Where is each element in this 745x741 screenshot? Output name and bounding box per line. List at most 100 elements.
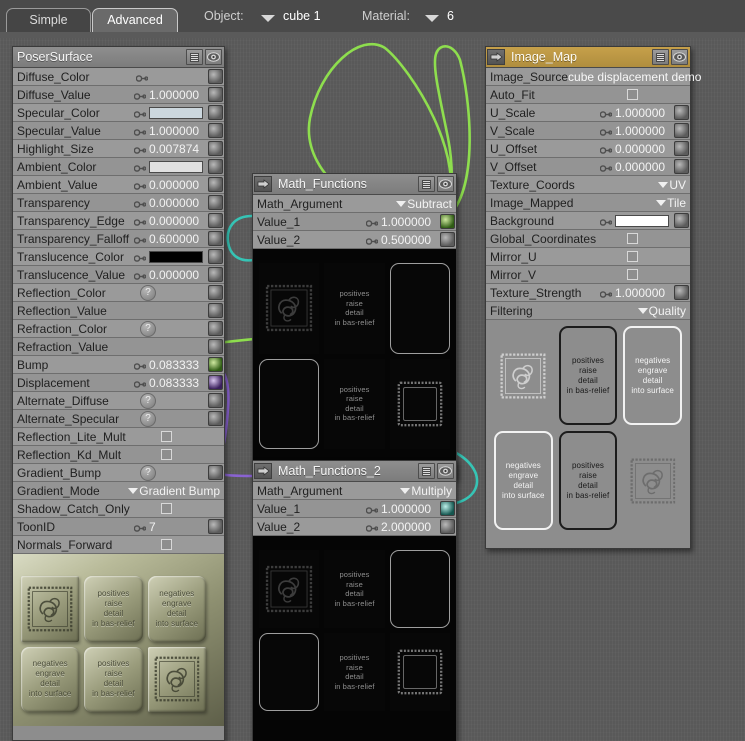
param-row-normals-forward[interactable]: Normals_Forward xyxy=(13,536,224,554)
help-icon[interactable]: ? xyxy=(140,284,156,301)
connector-plug[interactable] xyxy=(208,231,223,246)
color-swatch[interactable] xyxy=(149,250,203,263)
connector-plug[interactable] xyxy=(208,177,223,192)
socket-icon[interactable] xyxy=(599,216,613,226)
socket-icon[interactable] xyxy=(599,126,613,136)
chevron-down-icon[interactable] xyxy=(658,182,669,189)
param-value[interactable]: 0.083333 xyxy=(149,358,206,372)
param-row-image-source[interactable]: Image_Source cube displacement demo xyxy=(486,68,701,86)
param-value[interactable]: 0.000000 xyxy=(615,160,672,174)
socket-icon[interactable] xyxy=(135,72,149,82)
socket-icon[interactable] xyxy=(133,270,147,280)
connector-plug[interactable] xyxy=(440,214,455,229)
node-poser-surface-preview[interactable]: positives raise detail in bas-relief nega… xyxy=(13,554,224,726)
node-math-functions-2-preview[interactable]: positives raise detail in bas-relief posi… xyxy=(253,536,456,741)
color-swatch[interactable] xyxy=(615,214,669,227)
tab-simple[interactable]: Simple xyxy=(6,8,91,32)
socket-icon[interactable] xyxy=(133,108,147,118)
connector-plug[interactable] xyxy=(208,213,223,228)
param-row-mirror-u[interactable]: Mirror_U xyxy=(486,248,690,266)
list-icon[interactable] xyxy=(418,463,435,479)
param-row-bump[interactable]: Bump 0.083333 xyxy=(13,356,224,374)
param-row-gradient-mode[interactable]: Gradient_Mode Gradient Bump xyxy=(13,482,224,500)
param-value[interactable]: 7 xyxy=(149,520,206,534)
param-value[interactable]: 0.007874 xyxy=(149,142,206,156)
socket-icon[interactable] xyxy=(365,522,379,532)
socket-icon[interactable] xyxy=(133,522,147,532)
checkbox[interactable] xyxy=(627,89,638,100)
socket-icon[interactable] xyxy=(133,126,147,136)
connector-plug[interactable] xyxy=(674,285,689,300)
node-math-functions-preview[interactable]: positives raise detail in bas-relief posi… xyxy=(253,249,456,479)
list-icon[interactable] xyxy=(186,49,203,65)
connector-plug[interactable] xyxy=(674,105,689,120)
list-icon[interactable] xyxy=(418,176,435,192)
chevron-down-icon[interactable] xyxy=(656,200,667,207)
chevron-down-icon[interactable] xyxy=(128,488,139,495)
socket-icon[interactable] xyxy=(133,252,147,262)
checkbox[interactable] xyxy=(161,449,172,460)
connector-plug[interactable] xyxy=(208,375,223,390)
param-row-specular-color[interactable]: Specular_Color xyxy=(13,104,224,122)
param-row-highlight-size[interactable]: Highlight_Size 0.007874 xyxy=(13,140,224,158)
node-math-functions-header[interactable]: Math_Functions xyxy=(253,174,456,195)
connector-plug[interactable] xyxy=(208,141,223,156)
param-value[interactable]: 0.000000 xyxy=(149,268,206,282)
param-row-reflection-lite-mult[interactable]: Reflection_Lite_Mult xyxy=(13,428,224,446)
param-text-value[interactable]: cube displacement demo xyxy=(568,70,704,84)
help-icon[interactable]: ? xyxy=(140,392,156,409)
material-value[interactable]: 6 xyxy=(447,9,454,23)
help-icon[interactable]: ? xyxy=(140,320,156,337)
connector-plug[interactable] xyxy=(208,249,223,264)
node-poser-surface-header[interactable]: PoserSurface xyxy=(13,47,224,68)
socket-icon[interactable] xyxy=(133,378,147,388)
socket-icon[interactable] xyxy=(133,216,147,226)
param-row-shadow-catch-only[interactable]: Shadow_Catch_Only xyxy=(13,500,224,518)
material-dropdown-icon[interactable] xyxy=(425,15,439,22)
param-row-v-scale[interactable]: V_Scale 1.000000 xyxy=(486,122,690,140)
chevron-down-icon[interactable] xyxy=(396,201,407,208)
object-dropdown-icon[interactable] xyxy=(261,15,275,22)
param-value[interactable]: 0.600000 xyxy=(149,232,206,246)
node-math-functions-2[interactable]: Math_Functions_2 Math_Argument Multiply Va… xyxy=(252,460,457,741)
socket-icon[interactable] xyxy=(599,288,613,298)
param-row-value-2[interactable]: Value_2 0.500000 xyxy=(253,231,456,249)
node-math-functions-2-header[interactable]: Math_Functions_2 xyxy=(253,461,456,482)
connector-plug[interactable] xyxy=(208,267,223,282)
connector-plug[interactable] xyxy=(208,105,223,120)
connector-plug[interactable] xyxy=(440,232,455,247)
param-value[interactable]: 2.000000 xyxy=(381,520,438,534)
node-poser-surface[interactable]: PoserSurface Diffuse_Color Diffuse_Value 1… xyxy=(12,46,225,741)
param-row-refraction-color[interactable]: Refraction_Color? xyxy=(13,320,224,338)
socket-icon[interactable] xyxy=(365,217,379,227)
param-row-background[interactable]: Background xyxy=(486,212,690,230)
eye-icon[interactable] xyxy=(437,463,454,479)
plug-icon[interactable] xyxy=(254,176,272,192)
param-row-alternate-diffuse[interactable]: Alternate_Diffuse? xyxy=(13,392,224,410)
param-value[interactable]: 1.000000 xyxy=(149,124,206,138)
param-row-ambient-color[interactable]: Ambient_Color xyxy=(13,158,224,176)
color-swatch[interactable] xyxy=(149,106,203,119)
connector-plug[interactable] xyxy=(208,303,223,318)
color-swatch[interactable] xyxy=(149,160,203,173)
node-image-map-preview[interactable]: positives raise detail in bas-relief nega… xyxy=(486,320,690,548)
dropdown-value[interactable]: Gradient Bump xyxy=(128,484,224,498)
socket-icon[interactable] xyxy=(133,180,147,190)
param-row-diffuse-value[interactable]: Diffuse_Value 1.000000 xyxy=(13,86,224,104)
param-row-gradient-bump[interactable]: Gradient_Bump? xyxy=(13,464,224,482)
param-row-reflection-kd-mult[interactable]: Reflection_Kd_Mult xyxy=(13,446,224,464)
node-image-map-header[interactable]: Image_Map xyxy=(486,47,690,68)
param-value[interactable]: 1.000000 xyxy=(615,106,672,120)
param-row-transparency-falloff[interactable]: Transparency_Falloff 0.600000 xyxy=(13,230,224,248)
param-row-ambient-value[interactable]: Ambient_Value 0.000000 xyxy=(13,176,224,194)
list-icon[interactable] xyxy=(652,49,669,65)
socket-icon[interactable] xyxy=(365,235,379,245)
node-math-functions[interactable]: Math_Functions Math_Argument Subtract Valu… xyxy=(252,173,457,479)
param-row-texture-strength[interactable]: Texture_Strength 1.000000 xyxy=(486,284,690,302)
plug-icon[interactable] xyxy=(254,463,272,479)
connector-plug[interactable] xyxy=(208,465,223,480)
param-value[interactable]: 0.000000 xyxy=(149,178,206,192)
connector-plug[interactable] xyxy=(208,87,223,102)
param-value[interactable]: 1.000000 xyxy=(381,502,438,516)
param-row-refraction-value[interactable]: Refraction_Value xyxy=(13,338,224,356)
